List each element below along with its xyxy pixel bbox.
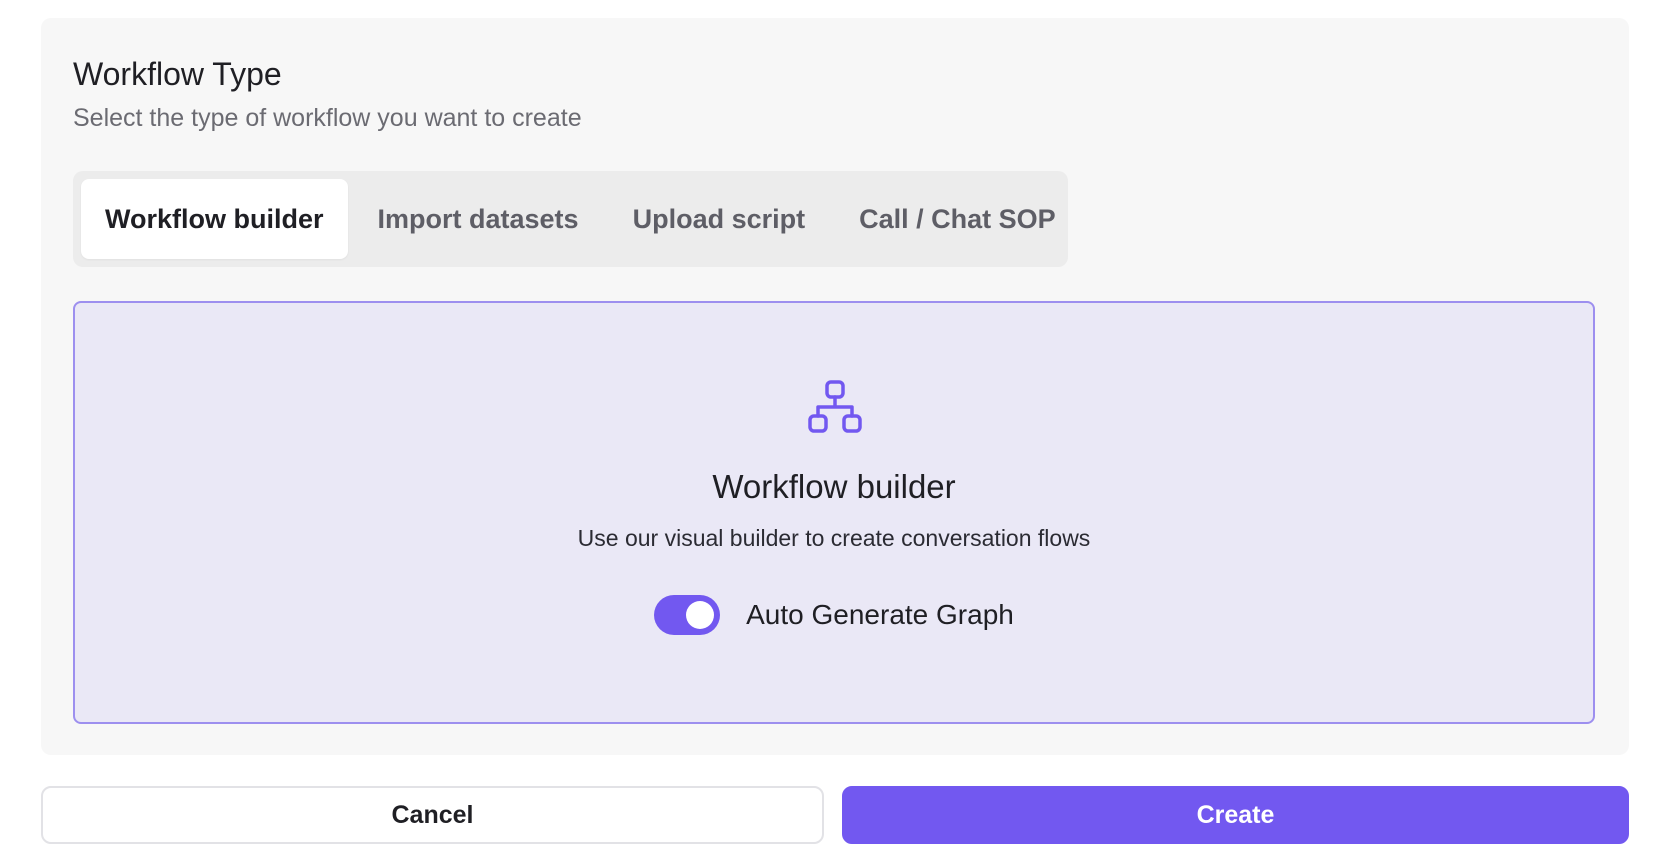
workflow-type-tabs: Workflow builder Import datasets Upload … bbox=[73, 171, 1068, 267]
tab-workflow-builder[interactable]: Workflow builder bbox=[81, 179, 348, 259]
tab-call-chat-sop[interactable]: Call / Chat SOP bbox=[835, 179, 1080, 259]
card-description: Use our visual builder to create convers… bbox=[577, 525, 1091, 551]
auto-generate-row: Auto Generate Graph bbox=[75, 595, 1593, 635]
tab-import-datasets[interactable]: Import datasets bbox=[354, 179, 603, 259]
section-subtitle: Select the type of workflow you want to … bbox=[73, 104, 582, 132]
toggle-knob bbox=[686, 601, 715, 629]
workflow-builder-card: Workflow builder Use our visual builder … bbox=[73, 301, 1595, 724]
workflow-hierarchy-icon bbox=[808, 380, 862, 433]
auto-generate-toggle[interactable] bbox=[654, 595, 721, 635]
section-title: Workflow Type bbox=[73, 56, 282, 92]
workflow-type-panel: Workflow Type Select the type of workflo… bbox=[41, 18, 1629, 755]
auto-generate-label: Auto Generate Graph bbox=[746, 599, 1014, 630]
tab-upload-script[interactable]: Upload script bbox=[609, 179, 830, 259]
cancel-button[interactable]: Cancel bbox=[41, 786, 824, 844]
card-title: Workflow builder bbox=[712, 468, 956, 505]
create-button[interactable]: Create bbox=[842, 786, 1629, 844]
